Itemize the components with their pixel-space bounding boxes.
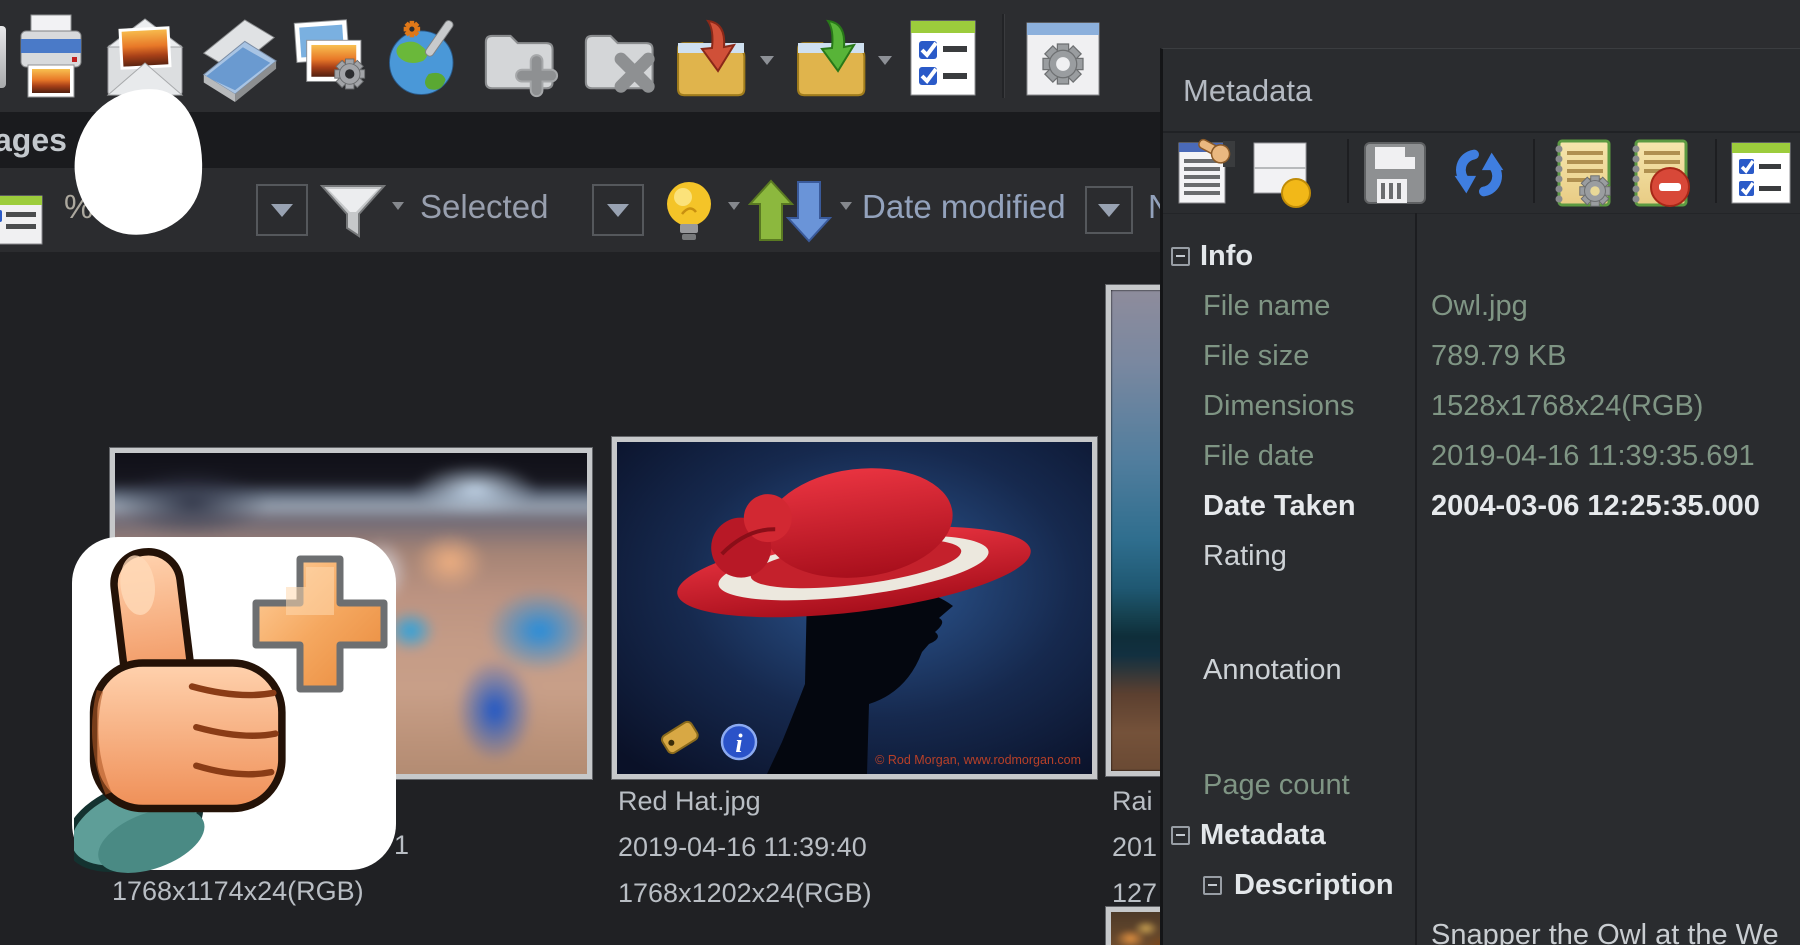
- metadata-field-label: Annotation: [1203, 654, 1415, 687]
- metadata-field-label: File date: [1203, 440, 1415, 473]
- metadata-field-value: Snapper the Owl at the We: [1431, 919, 1779, 945]
- red-hat-image: i © Rod Morgan, www.rodmorgan.com: [617, 442, 1092, 774]
- remove-metadata-icon[interactable]: [1625, 137, 1697, 209]
- metadata-field-label: Dimensions: [1203, 390, 1415, 423]
- metadata-field-label: File size: [1203, 340, 1415, 373]
- print-icon[interactable]: [8, 16, 94, 102]
- svg-text:i: i: [735, 729, 743, 758]
- metadata-rows: Info File name Owl.jpg File size 789.79 KB Di…: [1163, 231, 1800, 945]
- thumbnail-red-hat[interactable]: i © Rod Morgan, www.rodmorgan.com: [612, 437, 1097, 779]
- sort-dropdown[interactable]: [840, 202, 852, 210]
- batch-convert-icon[interactable]: [288, 16, 374, 102]
- move-to-folder-dropdown[interactable]: [760, 56, 774, 65]
- sort-field-dropdown[interactable]: [1085, 186, 1133, 234]
- metadata-field-value: 1528x1768x24(RGB): [1431, 390, 1703, 423]
- batch-checklist-icon[interactable]: [900, 16, 986, 102]
- app-window: ages % 75% Selected Date modified Na 1 1…: [0, 0, 1800, 945]
- metadata-panel: Metadata: [1160, 48, 1800, 945]
- thumbnail-runners-date-fragment: 1: [394, 830, 409, 861]
- tab-images[interactable]: ages: [0, 122, 67, 159]
- metadata-field-row[interactable]: File size 789.79 KB: [1163, 331, 1800, 381]
- thumbnail-runners-dimensions: 1768x1174x24(RGB): [112, 876, 364, 907]
- clipped-icon-sliver: [0, 26, 6, 88]
- metadata-section-row[interactable]: Metadata: [1163, 810, 1800, 860]
- collapse-icon[interactable]: [1203, 876, 1222, 895]
- metadata-panel-title: Metadata: [1183, 73, 1312, 109]
- view-list-icon[interactable]: [0, 194, 44, 251]
- metadata-field-row[interactable]: File date 2019-04-16 11:39:35.691: [1163, 431, 1800, 481]
- metadata-toolbar-separator: [1715, 139, 1717, 203]
- thumbnail-red-hat-date: 2019-04-16 11:39:40: [618, 832, 867, 863]
- metadata-field-row[interactable]: Dimensions 1528x1768x24(RGB): [1163, 381, 1800, 431]
- copy-to-folder-icon[interactable]: [788, 16, 874, 102]
- filter-dropdown[interactable]: [592, 184, 644, 236]
- scan-icon[interactable]: [194, 16, 280, 102]
- metadata-body: Info File name Owl.jpg File size 789.79 KB Di…: [1163, 213, 1800, 945]
- metadata-toolbar: [1163, 133, 1800, 214]
- metadata-field-label: Page count: [1203, 769, 1415, 802]
- metadata-field-value: 2019-04-16 11:39:35.691: [1431, 440, 1755, 473]
- metadata-field-label: File name: [1203, 290, 1415, 323]
- collapse-icon[interactable]: [1171, 826, 1190, 845]
- web-publish-icon[interactable]: [382, 16, 468, 102]
- metadata-valueonly-row[interactable]: Snapper the Owl at the We: [1163, 910, 1800, 945]
- metadata-field-row[interactable]: Page count: [1163, 760, 1800, 810]
- comment-icon[interactable]: [1245, 137, 1317, 209]
- metadata-field-row[interactable]: Annotation: [1163, 645, 1800, 695]
- metadata-section-label: Info: [1200, 240, 1442, 273]
- metadata-field-row[interactable]: File name Owl.jpg: [1163, 281, 1800, 331]
- metadata-field-row[interactable]: Rating: [1163, 531, 1800, 581]
- metadata-section-row[interactable]: Info: [1163, 231, 1800, 281]
- lightbulb-dropdown[interactable]: [728, 202, 740, 210]
- edit-metadata-icon[interactable]: [1171, 137, 1243, 209]
- thumbnail-partial-dimensions-fragment: 127: [1112, 878, 1157, 909]
- thumbnail-partial-filename-fragment: Rai: [1112, 786, 1153, 817]
- metadata-panel-titlebar[interactable]: Metadata: [1163, 49, 1800, 133]
- delete-folder-icon[interactable]: [576, 16, 662, 102]
- filter-funnel-icon[interactable]: [320, 182, 386, 245]
- metadata-section-label: Metadata: [1200, 819, 1442, 852]
- metadata-toolbar-separator: [1533, 139, 1535, 203]
- sort-asc-desc-icon[interactable]: [748, 178, 832, 249]
- metadata-field-value: Owl.jpg: [1431, 290, 1528, 323]
- metadata-field-label: Rating: [1203, 540, 1415, 573]
- image-credit: © Rod Morgan, www.rodmorgan.com: [875, 753, 1081, 767]
- move-to-folder-icon[interactable]: [668, 16, 754, 102]
- metadata-spacer-row: [1163, 581, 1800, 645]
- metadata-section-label: Description: [1234, 869, 1434, 902]
- lightbulb-icon[interactable]: [660, 180, 718, 247]
- metadata-field-row[interactable]: Date Taken 2004-03-06 12:25:35.000: [1163, 481, 1800, 531]
- metadata-settings-icon[interactable]: [1547, 137, 1619, 209]
- filter-value-label[interactable]: Selected: [420, 188, 548, 226]
- save-metadata-icon[interactable]: [1359, 137, 1431, 209]
- thumbnail-red-hat-dimensions: 1768x1202x24(RGB): [618, 878, 872, 909]
- copy-to-folder-dropdown[interactable]: [878, 56, 892, 65]
- zoom-dropdown[interactable]: [256, 184, 308, 236]
- thumbnail-partial-date-fragment: 201: [1112, 832, 1157, 863]
- funnel-dropdown[interactable]: [392, 202, 404, 210]
- metadata-checklist-icon[interactable]: [1725, 137, 1797, 209]
- metadata-spacer2-row: [1163, 695, 1800, 760]
- plus-icon: [244, 547, 396, 703]
- settings-icon[interactable]: [1020, 16, 1106, 102]
- new-folder-icon[interactable]: [476, 16, 562, 102]
- thumbnail-red-hat-filename: Red Hat.jpg: [618, 786, 761, 817]
- metadata-toolbar-separator: [1347, 139, 1349, 203]
- metadata-subsection-row[interactable]: Description: [1163, 860, 1800, 910]
- metadata-field-label: Date Taken: [1203, 490, 1415, 523]
- metadata-field-value: 2004-03-06 12:25:35.000: [1431, 490, 1760, 523]
- refresh-metadata-icon[interactable]: [1443, 137, 1515, 209]
- toolbar-separator: [1002, 14, 1004, 98]
- add-selection-cursor: [72, 537, 396, 870]
- metadata-field-value: 789.79 KB: [1431, 340, 1566, 373]
- sort-field-label[interactable]: Date modified: [862, 188, 1066, 226]
- collapse-icon[interactable]: [1171, 247, 1190, 266]
